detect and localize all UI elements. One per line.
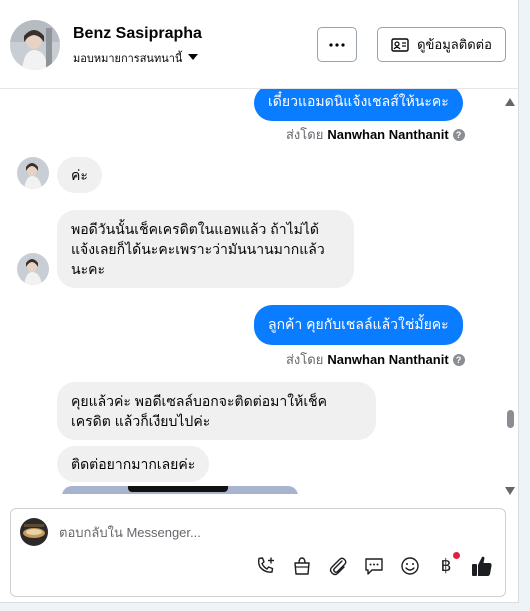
shopping-bag-icon[interactable] (291, 555, 313, 577)
sent-by-prefix: ส่งโดย (286, 127, 324, 142)
contact-avatar[interactable] (10, 20, 60, 70)
image-attachment-partial[interactable] (62, 486, 298, 494)
message-text-line: คุยแล้วค่ะ พอดีเซลล์บอกจะติดต่อมาให้เช็ค (71, 393, 327, 409)
message-bubble-incoming[interactable]: ติดต่อยากมากเลยค่ะ (57, 446, 210, 482)
sent-by-line: ส่งโดย Nanwhan Nanthanit ? (286, 349, 465, 370)
assign-label: มอบหมายการสนทนานี้ (73, 53, 183, 65)
assign-conversation-dropdown[interactable]: มอบหมายการสนทนานี้ (73, 50, 199, 66)
contact-avatar-small[interactable] (17, 253, 49, 285)
sender-name: Nanwhan Nanthanit (327, 127, 449, 142)
info-icon[interactable]: ? (452, 353, 465, 366)
message-text: เดี๋ยวแอมดนิแจ้งเชลส์ให้นะคะ (268, 93, 449, 109)
reply-input[interactable] (59, 521, 489, 543)
thumbs-up-icon[interactable] (471, 555, 493, 577)
contact-card-icon (391, 37, 409, 52)
sender-name: Nanwhan Nanthanit (327, 352, 449, 367)
caret-down-icon (188, 52, 199, 64)
sent-by-line: ส่งโดย Nanwhan Nanthanit ? (286, 124, 465, 145)
sent-by-prefix: ส่งโดย (286, 352, 324, 367)
message-text-line: พอดีวันนั้นเช็คเครดิตในแอพแล้ว ถ้าไม่ได้ (71, 221, 319, 237)
message-bubble-outgoing[interactable]: เดี๋ยวแอมดนิแจ้งเชลส์ให้นะคะ (254, 89, 463, 121)
info-icon[interactable]: ? (452, 128, 465, 141)
view-contact-info-button[interactable]: ดูข้อมูลติดต่อ (377, 27, 506, 62)
scrollbar-thumb[interactable] (507, 410, 514, 428)
view-contact-info-label: ดูข้อมูลติดต่อ (417, 37, 492, 52)
message-bubble-incoming[interactable]: ค่ะ (57, 157, 102, 193)
message-composer: ฿ (10, 508, 506, 597)
saved-reply-icon[interactable] (363, 555, 385, 577)
message-text-line: เครดิต แล้วก็เงียบไปค่ะ (71, 413, 211, 429)
phone-plus-icon[interactable] (255, 555, 277, 577)
message-text: ลูกค้า คุยกับเชลล์แล้วใช่มั้ยคะ (268, 316, 449, 332)
emoji-icon[interactable] (399, 555, 421, 577)
scroll-up-arrow-icon[interactable] (505, 93, 515, 111)
more-options-button[interactable] (317, 27, 357, 62)
composer-toolbar: ฿ (255, 552, 493, 578)
baht-payment-icon[interactable]: ฿ (435, 552, 460, 577)
page-avatar (20, 518, 48, 546)
message-list: เดี๋ยวแอมดนิแจ้งเชลส์ให้นะคะ ส่งโดย Nanw… (0, 89, 518, 494)
message-bubble-outgoing[interactable]: ลูกค้า คุยกับเชลล์แล้วใช่มั้ยคะ (254, 305, 463, 345)
message-text: ติดต่อยากมากเลยค่ะ (71, 456, 196, 472)
scroll-down-arrow-icon[interactable] (505, 482, 515, 500)
message-bubble-incoming[interactable]: พอดีวันนั้นเช็คเครดิตในแอพแล้ว ถ้าไม่ได้… (57, 210, 354, 288)
message-text-line: แจ้งเลยก็ได้นะคะเพราะว่ามันนานมากแล้ว (71, 241, 325, 257)
notification-dot (453, 552, 460, 559)
conversation-header: Benz Sasiprapha มอบหมายการสนทนานี้ ดูข้อ… (0, 0, 518, 89)
message-bubble-incoming[interactable]: คุยแล้วค่ะ พอดีเซลล์บอกจะติดต่อมาให้เช็ค… (57, 382, 376, 440)
message-text-line: นะคะ (71, 261, 105, 277)
paperclip-icon[interactable] (327, 555, 349, 577)
baht-symbol: ฿ (440, 556, 452, 576)
conversation-panel: Benz Sasiprapha มอบหมายการสนทนานี้ ดูข้อ… (0, 0, 519, 603)
message-text: ค่ะ (71, 167, 88, 183)
contact-avatar-small[interactable] (17, 157, 49, 189)
more-dots-icon (329, 42, 345, 47)
contact-name[interactable]: Benz Sasiprapha (73, 25, 202, 43)
